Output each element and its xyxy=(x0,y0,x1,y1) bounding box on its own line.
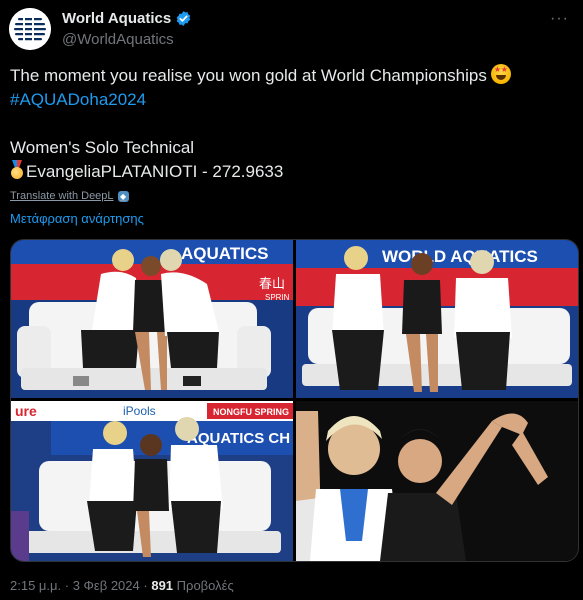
post-metadata: 2:15 μ.μ. · 3 Φεβ 2024 · 891 Προβολές xyxy=(10,578,234,593)
result-line: EvangeliaPLATANIOTI - 272.9633 xyxy=(10,160,570,184)
translate-post-link[interactable]: Μετάφραση ανάρτησης xyxy=(10,211,144,226)
photo-athlete-celebrating[interactable]: WORLD AQUATICS xyxy=(296,240,578,398)
svg-text:SPRIN: SPRIN xyxy=(265,293,290,302)
tweet-line-1-text: The moment you realise you won gold at W… xyxy=(10,66,487,85)
deepl-icon: ◆ xyxy=(117,190,129,202)
svg-text:iPools: iPools xyxy=(123,404,156,418)
svg-text:NONGFU SPRING: NONGFU SPRING xyxy=(213,407,289,417)
banner-text: WORLD AQUATICS xyxy=(382,247,538,266)
views-label: Προβολές xyxy=(176,578,234,593)
separator: · xyxy=(143,578,148,593)
separator: · xyxy=(64,578,70,593)
svg-text:ure: ure xyxy=(15,403,37,419)
display-name[interactable]: World Aquatics xyxy=(62,10,171,27)
views-count: 891 xyxy=(151,578,174,593)
photo-coaches-hugging-athlete[interactable]: AQUATICS 春山 SPRIN xyxy=(11,240,293,398)
account-handle[interactable]: @WorldAquatics xyxy=(62,31,174,48)
photo-athlete-crying[interactable]: ure iPools NONGFU SPRING AQUATICS CH xyxy=(11,401,293,561)
more-options-button[interactable]: ··· xyxy=(550,10,569,28)
event-name: Women's Solo Technical xyxy=(10,138,195,157)
tweet-text: The moment you realise you won gold at W… xyxy=(10,64,570,184)
svg-text:春山: 春山 xyxy=(259,277,285,292)
star-struck-emoji-icon xyxy=(490,64,511,84)
result-text: EvangeliaPLATANIOTI - 272.9633 xyxy=(26,162,284,181)
post-time[interactable]: 2:15 μ.μ. xyxy=(10,578,61,593)
avatar[interactable] xyxy=(9,8,51,50)
svg-text:AQUATICS CH: AQUATICS CH xyxy=(187,430,290,447)
verified-badge-icon[interactable] xyxy=(175,10,192,27)
world-aquatics-logo-icon xyxy=(9,8,51,50)
tweet-line-1: The moment you realise you won gold at W… xyxy=(10,64,570,88)
post-date[interactable]: 3 Φεβ 2024 xyxy=(73,578,140,593)
account-name-line: World Aquatics xyxy=(62,10,192,27)
hashtag-link[interactable]: #AQUADoha2024 xyxy=(10,88,570,112)
translate-with-deepl-label: Translate with DeepL xyxy=(10,190,114,202)
gold-medal-icon xyxy=(10,160,24,180)
translate-with-deepl-link[interactable]: Translate with DeepL ◆ xyxy=(10,190,129,202)
photo-athlete-waving[interactable] xyxy=(296,401,578,561)
banner-text: AQUATICS xyxy=(181,244,269,263)
media-grid: AQUATICS 春山 SPRIN WORLD AQUATICS ure iPo… xyxy=(10,239,579,562)
